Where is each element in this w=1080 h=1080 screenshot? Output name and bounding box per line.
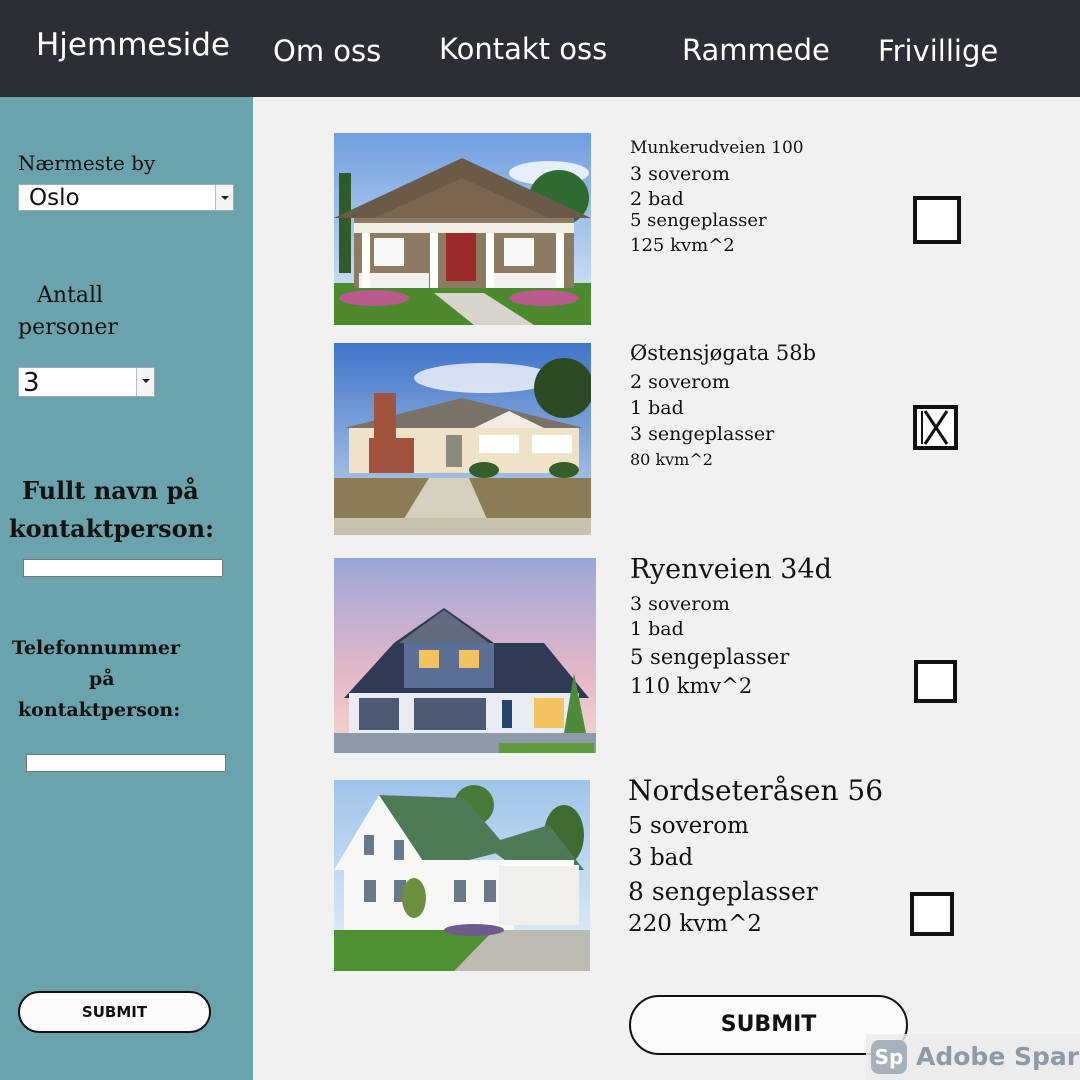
listing-1-bedrooms: 3 soverom <box>630 163 730 185</box>
listing-1-beds: 5 sengeplasser <box>630 210 767 231</box>
listing-4-address: Nordseteråsen 56 <box>628 774 884 807</box>
listing-4-beds: 8 sengeplasser <box>628 877 818 906</box>
persons-select[interactable]: 3 <box>18 367 155 398</box>
listing-3-address: Ryenveien 34d <box>630 554 832 585</box>
listing-1-checkbox[interactable] <box>913 196 961 244</box>
listing-3-checkbox[interactable] <box>914 660 957 703</box>
listing-2-baths: 1 bad <box>630 397 684 419</box>
nav-link-rammede[interactable]: Rammede <box>682 36 830 65</box>
listing-info-3: Ryenveien 34d 3 soverom 1 bad 5 sengepla… <box>630 554 832 698</box>
listing-2-beds: 3 sengeplasser <box>630 423 775 445</box>
sidebar-submit-button[interactable]: SUBMIT <box>18 991 211 1033</box>
persons-label-line2: personer <box>18 315 118 340</box>
top-navigation-bar: Hjemmeside Om oss Kontakt oss Rammede Fr… <box>0 0 1080 97</box>
house-photo-2 <box>334 343 591 535</box>
chevron-down-icon[interactable] <box>215 185 233 210</box>
fullname-label-line1: Fullt navn på <box>22 476 199 505</box>
listing-1-address: Munkerudveien 100 <box>630 138 804 158</box>
house-photo-1 <box>334 133 591 325</box>
listing-2-area: 80 kvm^2 <box>630 450 713 469</box>
listing-3-area: 110 kmv^2 <box>630 674 753 698</box>
listing-4-checkbox[interactable] <box>910 892 954 936</box>
listing-info-2: Østensjøgata 58b 2 soverom 1 bad 3 senge… <box>630 341 816 469</box>
phone-label-line2: på <box>89 668 115 690</box>
nav-link-kontakt-oss[interactable]: Kontakt oss <box>439 35 607 64</box>
listing-info-1: Munkerudveien 100 3 soverom 2 bad 5 seng… <box>630 138 804 256</box>
listing-1-baths: 2 bad <box>630 188 684 210</box>
listing-3-baths: 1 bad <box>630 618 684 640</box>
booking-sidebar: Nærmeste by Oslo Antall personer 3 Fullt… <box>0 97 253 1080</box>
nav-link-om-oss[interactable]: Om oss <box>273 37 381 66</box>
fullname-input[interactable] <box>23 559 223 577</box>
watermark-text: Adobe Spark <box>916 1042 1080 1071</box>
house-photo-3 <box>334 558 596 753</box>
listing-4-bedrooms: 5 soverom <box>628 813 749 839</box>
house-photo-4 <box>334 780 590 971</box>
listing-4-area: 220 kvm^2 <box>628 911 762 937</box>
persons-label-line1: Antall <box>37 283 104 308</box>
fullname-label-line2: kontaktperson: <box>9 514 214 543</box>
city-select[interactable]: Oslo <box>18 184 234 211</box>
adobe-spark-watermark: Sp Adobe Spark <box>866 1034 1080 1080</box>
listing-info-4: Nordseteråsen 56 5 soverom 3 bad 8 senge… <box>628 774 883 937</box>
listing-3-bedrooms: 3 soverom <box>630 593 730 615</box>
phone-label-line3: kontaktperson: <box>18 699 181 721</box>
city-select-value: Oslo <box>29 185 80 211</box>
listing-4-baths: 3 bad <box>628 845 694 871</box>
chevron-down-icon[interactable] <box>136 368 154 396</box>
listing-1-area: 125 kvm^2 <box>630 235 735 256</box>
nav-link-hjemmeside[interactable]: Hjemmeside <box>36 30 230 61</box>
listing-3-beds: 5 sengeplasser <box>630 645 790 669</box>
city-label: Nærmeste by <box>18 151 156 175</box>
x-mark-icon <box>921 410 949 445</box>
phone-input[interactable] <box>26 754 226 772</box>
persons-select-value: 3 <box>23 368 40 398</box>
adobe-spark-logo-icon: Sp <box>871 1040 907 1074</box>
nav-link-frivillige[interactable]: Frivillige <box>878 37 998 66</box>
phone-label-line1: Telefonnummer <box>12 637 180 659</box>
listing-2-checkbox[interactable] <box>913 405 958 450</box>
listing-2-bedrooms: 2 soverom <box>630 371 730 393</box>
listing-2-address: Østensjøgata 58b <box>630 341 817 365</box>
